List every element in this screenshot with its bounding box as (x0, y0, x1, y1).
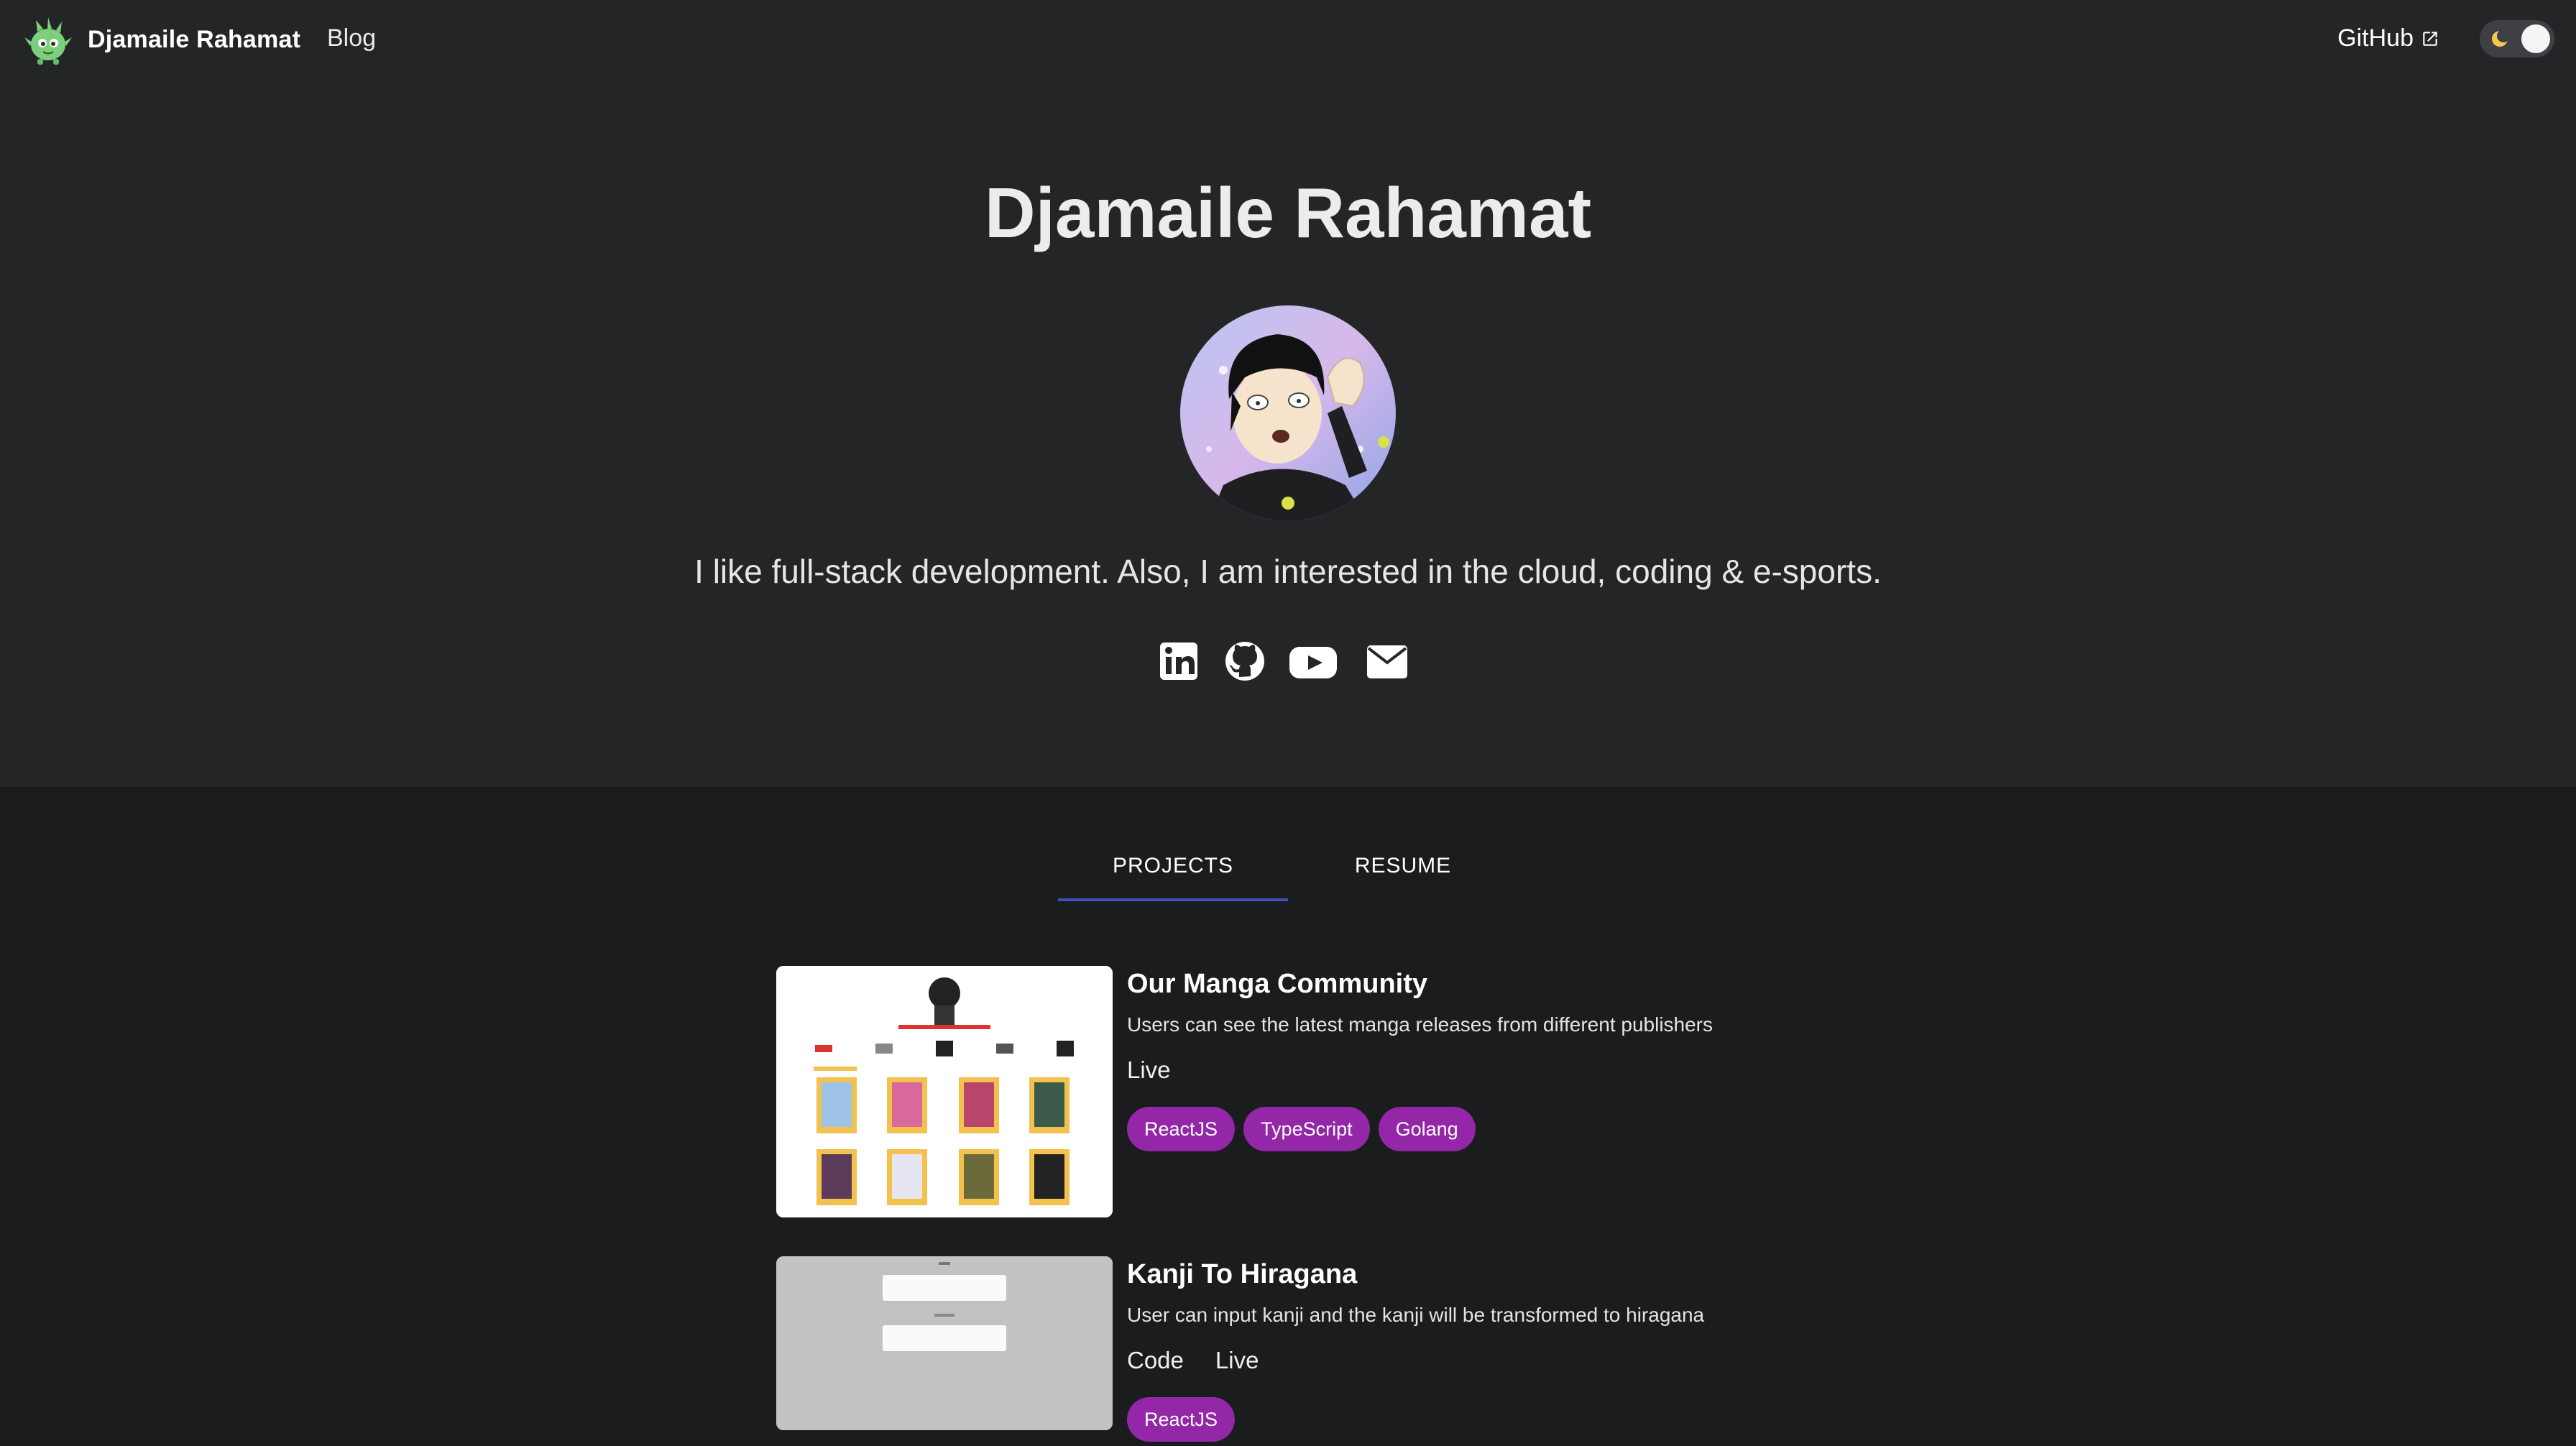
kanji-screenshot-image (776, 1256, 1113, 1430)
tag-chip: ReactJS (1127, 1397, 1236, 1442)
project-thumbnail[interactable] (776, 1256, 1113, 1430)
nav-blog-link[interactable]: Blog (327, 24, 376, 52)
brand-link[interactable]: Djamaile Rahamat (22, 13, 300, 66)
tag-list: ReactJS TypeScript Golang (1127, 1107, 1810, 1151)
tab-resume[interactable]: RESUME (1288, 837, 1518, 902)
social-links (1157, 640, 1416, 690)
toggle-knob (2521, 24, 2550, 53)
theme-toggle[interactable] (2480, 20, 2554, 57)
tag-chip: ReactJS (1127, 1107, 1236, 1151)
manga-screenshot-image (776, 966, 1113, 1217)
avatar (1180, 305, 1396, 521)
code-link[interactable]: Code (1127, 1347, 1184, 1378)
tag-chip: Golang (1378, 1107, 1476, 1151)
project-details: Our Manga Community Users can see the la… (1127, 966, 1810, 1151)
tag-list: ReactJS (1127, 1397, 1810, 1442)
external-link-icon (2423, 31, 2437, 46)
live-link[interactable]: Live (1127, 1056, 1171, 1088)
monster-logo-icon (24, 17, 72, 65)
project-thumbnail[interactable] (776, 966, 1113, 1217)
navbar: Djamaile Rahamat Blog GitHub (0, 0, 2576, 79)
brand-name: Djamaile Rahamat (88, 25, 301, 53)
moon-icon (2492, 29, 2510, 47)
avatar-illustration (1180, 305, 1396, 521)
hero-section: Djamaile Rahamat Blog GitHub Djamaile Ra… (0, 0, 2576, 787)
project-title: Our Manga Community (1127, 969, 1428, 999)
tagline: I like full-stack development. Also, I a… (694, 553, 1882, 590)
github-icon[interactable] (1223, 640, 1266, 683)
project-links: Live (1127, 1056, 1810, 1088)
project-details: Kanji To Hiragana User can input kanji a… (1127, 1256, 1810, 1442)
tab-projects[interactable]: PROJECTS (1058, 837, 1288, 902)
project-card: Our Manga Community Users can see the la… (776, 966, 1782, 1217)
nav-github-label: GitHub (2337, 24, 2414, 52)
project-description: Users can see the latest manga releases … (1127, 1013, 1714, 1036)
project-description: User can input kanji and the kanji will … (1127, 1304, 1705, 1326)
live-link[interactable]: Live (1215, 1347, 1259, 1378)
nav-github-link[interactable]: GitHub (2337, 24, 2439, 52)
project-title: Kanji To Hiragana (1127, 1259, 1358, 1289)
email-icon[interactable] (1366, 640, 1409, 683)
tag-chip: TypeScript (1243, 1107, 1370, 1151)
tab-indicator (1058, 898, 1288, 901)
tab-bar: PROJECTS RESUME (1058, 837, 1518, 902)
project-links: Code Live (1127, 1347, 1810, 1378)
page-title: Djamaile Rahamat (984, 173, 1592, 252)
youtube-icon[interactable] (1288, 640, 1338, 683)
project-card: Kanji To Hiragana User can input kanji a… (776, 1256, 1782, 1442)
linkedin-icon[interactable] (1157, 640, 1200, 683)
